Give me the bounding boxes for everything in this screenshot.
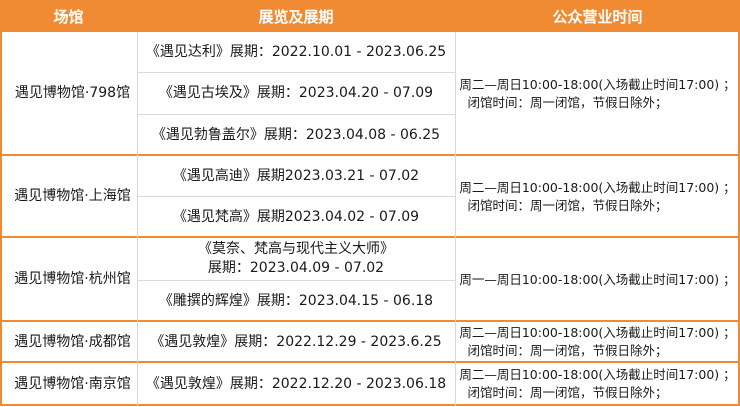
exhibition-cell: 《遇见敦煌》展期：2022.12.29 - 2023.6.25 <box>137 322 455 362</box>
exhibition-cell: 《遇见高迪》展期2023.03.21 - 07.02 <box>137 156 455 196</box>
hours-line: 周二—周日10:00-18:00(入场截止时间17:00) ； <box>459 367 736 382</box>
venue-name: 遇见博物馆·上海馆 <box>14 188 131 204</box>
exhibition-cell: 《遇见古埃及》展期：2023.04.20 - 07.09 <box>137 73 455 114</box>
header-hours-label: 公众营业时间 <box>552 7 643 26</box>
exhibition-text: 《遇见敦煌》展期：2022.12.20 - 2023.06.18 <box>145 375 447 392</box>
exhibition-text: 《遇见敦煌》展期：2022.12.29 - 2023.6.25 <box>150 333 442 350</box>
venue-cell: 遇见博物馆·南京馆 <box>0 363 141 405</box>
exhibition-cell: 《遇见梵高》展期2023.04.02 - 07.09 <box>137 197 455 237</box>
grid-line <box>137 196 455 197</box>
header-venue-label: 场馆 <box>53 7 84 26</box>
group-divider <box>0 361 740 363</box>
header-hours: 公众营业时间 <box>455 0 740 32</box>
venue-name: 遇见博物馆·杭州馆 <box>14 271 131 287</box>
venue-cell: 遇见博物馆·成都馆 <box>0 322 141 362</box>
grid-line <box>137 114 455 115</box>
closed-line: 闭馆时间：周一闭馆，节假日除外； <box>467 197 668 213</box>
hours-cell: 周二—周日10:00-18:00(入场截止时间17:00) ； 闭馆时间：周一闭… <box>455 32 740 155</box>
exhibition-cell: 《雕撰的辉煌》展期：2023.04.15 - 06.18 <box>137 281 455 321</box>
exhibition-dates: 展期：2023.04.09 - 07.02 <box>207 260 385 276</box>
exhibition-cell: 《遇见达利》展期：2022.10.01 - 2023.06.25 <box>137 32 455 72</box>
grid-line <box>455 32 456 406</box>
exhibition-text: 《莫奈、梵高与现代主义大师》 <box>198 241 394 257</box>
exhibition-cell: 《遇见勃鲁盖尔》展期：2023.04.08 - 06.25 <box>137 115 455 155</box>
grid-line <box>0 32 2 406</box>
exhibition-cell: 《莫奈、梵高与现代主义大师》 展期：2023.04.09 - 07.02 <box>137 238 455 280</box>
exhibition-cell: 《遇见敦煌》展期：2022.12.20 - 2023.06.18 <box>137 363 455 405</box>
grid-line <box>137 72 455 73</box>
exhibition-text: 《遇见勃鲁盖尔》展期：2023.04.08 - 06.25 <box>151 126 441 143</box>
museum-schedule-table: 场馆 展览及展期 公众营业时间 遇见博物馆·798馆 《遇见达利》展期：2022… <box>0 0 740 407</box>
venue-name: 遇见博物馆·南京馆 <box>14 375 131 392</box>
hours-cell: 周二—周日10:00-18:00(入场截止时间17:00) ； 闭馆时间：周一闭… <box>455 322 740 362</box>
venue-cell: 遇见博物馆·杭州馆 <box>0 238 141 321</box>
hours-line: 周一—周日10:00-18:00(入场截止时间17:00) ； <box>459 271 736 287</box>
venue-name: 遇见博物馆·798馆 <box>14 85 131 101</box>
venue-name: 遇见博物馆·成都馆 <box>14 333 131 350</box>
group-divider <box>0 320 740 322</box>
grid-line <box>137 280 455 281</box>
group-divider <box>0 154 740 156</box>
header-exhibition: 展览及展期 <box>137 0 455 32</box>
header-exhibition-label: 展览及展期 <box>258 7 334 26</box>
hours-cell: 周二—周日10:00-18:00(入场截止时间17:00) ； 闭馆时间：周一闭… <box>455 156 740 237</box>
exhibition-text: 《遇见梵高》展期2023.04.02 - 07.09 <box>172 208 420 225</box>
hours-cell: 周一—周日10:00-18:00(入场截止时间17:00) ； <box>455 238 740 321</box>
exhibition-text: 《遇见古埃及》展期：2023.04.20 - 07.09 <box>158 85 434 101</box>
hours-line: 周二—周日10:00-18:00(入场截止时间17:00) ； <box>459 325 736 340</box>
grid-line <box>137 32 138 406</box>
hours-cell: 周二—周日10:00-18:00(入场截止时间17:00) ； 闭馆时间：周一闭… <box>455 363 740 405</box>
venue-cell: 遇见博物馆·798馆 <box>0 32 141 155</box>
exhibition-text: 《雕撰的辉煌》展期：2023.04.15 - 06.18 <box>158 292 434 309</box>
closed-line: 闭馆时间：周一闭馆，节假日除外； <box>467 94 668 110</box>
hours-line: 周二—周日10:00-18:00(入场截止时间17:00) ； <box>459 76 736 92</box>
header-venue: 场馆 <box>0 0 137 32</box>
hours-line: 周二—周日10:00-18:00(入场截止时间17:00) ； <box>459 179 736 195</box>
group-divider <box>0 404 740 406</box>
exhibition-text: 《遇见高迪》展期2023.03.21 - 07.02 <box>172 167 420 184</box>
closed-line: 闭馆时间：周一闭馆，节假日除外； <box>467 343 668 358</box>
group-divider <box>0 236 740 238</box>
closed-line: 闭馆时间：周一闭馆，节假日除外； <box>467 385 668 400</box>
venue-cell: 遇见博物馆·上海馆 <box>0 156 141 237</box>
exhibition-text: 《遇见达利》展期：2022.10.01 - 2023.06.25 <box>145 43 447 60</box>
